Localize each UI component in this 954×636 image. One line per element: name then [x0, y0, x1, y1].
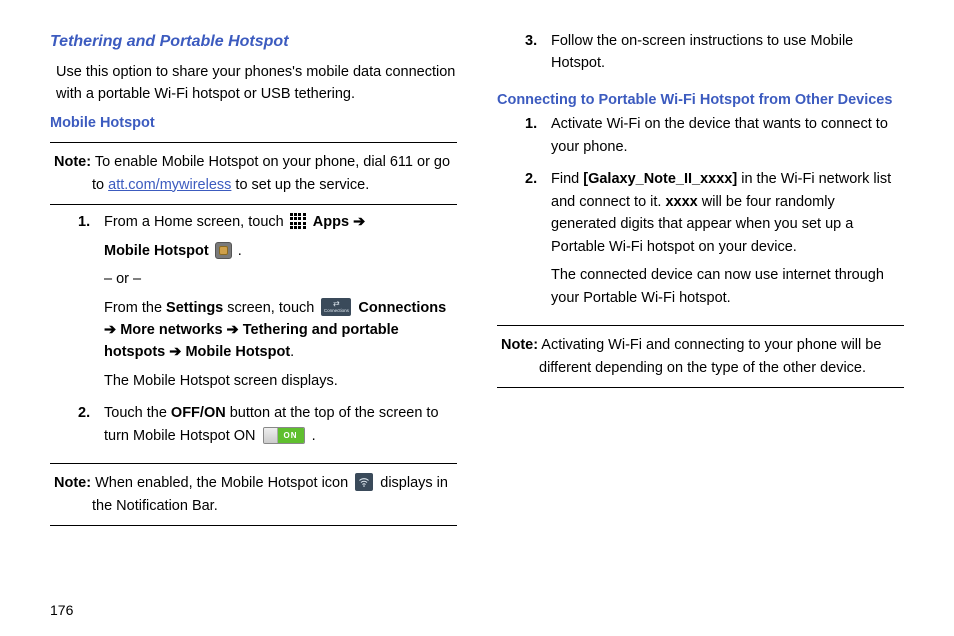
apps-icon — [290, 213, 306, 229]
note-label: Note: — [54, 154, 91, 170]
divider — [50, 525, 457, 526]
step-b2: 2. Find [Galaxy_Note_II_xxxx] in the Wi-… — [525, 168, 904, 309]
offon-bold: OFF/ON — [171, 405, 226, 421]
hotspot-icon — [215, 242, 232, 259]
link-att-mywireless[interactable]: att.com/mywireless — [108, 177, 231, 193]
subheading-mobile-hotspot: Mobile Hotspot — [50, 112, 457, 134]
step1-line2: Mobile Hotspot . — [104, 240, 457, 262]
manual-page: Tethering and Portable Hotspot Use this … — [0, 0, 954, 636]
note-hotspot-icon: Note: When enabled, the Mobile Hotspot i… — [50, 472, 457, 517]
divider — [497, 325, 904, 326]
on-switch-icon: ON — [263, 427, 305, 444]
step2-pre: Touch the — [104, 405, 171, 421]
stepb2-pre: Find — [551, 171, 583, 187]
stepb1-text: Activate Wi-Fi on the device that wants … — [551, 116, 888, 154]
more-networks-bold: More networks — [120, 322, 226, 338]
divider — [497, 387, 904, 388]
note3-text: Activating Wi-Fi and connecting to your … — [538, 337, 881, 375]
divider — [50, 463, 457, 464]
step-number: 1. — [525, 113, 537, 135]
steps-list-b: 1. Activate Wi-Fi on the device that wan… — [497, 113, 904, 319]
step-1: 1. From a Home screen, touch Apps ➔ Mobi… — [78, 211, 457, 392]
connections-bold: Connections — [358, 300, 446, 316]
step3-text: Follow the on-screen instructions to use… — [551, 33, 853, 71]
note2-pre: When enabled, the Mobile Hotspot icon — [91, 475, 352, 491]
mobile-hotspot-label: Mobile Hotspot — [104, 243, 213, 259]
subheading-connecting: Connecting to Portable Wi-Fi Hotspot fro… — [497, 89, 904, 111]
step-number: 3. — [525, 30, 537, 52]
step-3: 3. Follow the on-screen instructions to … — [525, 30, 904, 75]
step1-displays: The Mobile Hotspot screen displays. — [104, 370, 457, 392]
wifi-notification-icon — [355, 473, 373, 491]
page-number: 176 — [50, 602, 73, 618]
right-column: 3. Follow the on-screen instructions to … — [497, 30, 904, 626]
note-label: Note: — [501, 337, 538, 353]
stepb2-sub: The connected device can now use interne… — [551, 264, 904, 309]
step1-or: – or – — [104, 268, 457, 290]
divider — [50, 142, 457, 143]
arrow-icon: ➔ — [169, 344, 181, 360]
step-number: 2. — [525, 168, 537, 190]
step-b1: 1. Activate Wi-Fi on the device that wan… — [525, 113, 904, 158]
connections-icon: ⇄Connections — [321, 298, 351, 316]
step1-text-pre: From a Home screen, touch — [104, 214, 288, 230]
steps-list-a: 1. From a Home screen, touch Apps ➔ Mobi… — [50, 211, 457, 457]
arrow-icon: ➔ — [104, 322, 116, 338]
apps-label: Apps — [313, 214, 353, 230]
section-heading: Tethering and Portable Hotspot — [50, 30, 457, 55]
step-2: 2. Touch the OFF/ON button at the top of… — [78, 402, 457, 447]
intro-paragraph: Use this option to share your phones's m… — [56, 61, 457, 106]
note-label: Note: — [54, 475, 91, 491]
mobile-hotspot-bold2: Mobile Hotspot — [185, 344, 290, 360]
arrow-icon: ➔ — [353, 214, 365, 230]
note-text-post: to set up the service. — [231, 177, 369, 193]
step-number: 1. — [78, 211, 90, 233]
note-enable-hotspot: Note: To enable Mobile Hotspot on your p… — [50, 151, 457, 196]
galaxy-note-bold: [Galaxy_Note_II_xxxx] — [583, 171, 737, 187]
xxxx-bold: xxxx — [665, 194, 697, 210]
arrow-icon: ➔ — [227, 322, 239, 338]
divider — [50, 204, 457, 205]
step1b-mid: screen, touch — [223, 300, 318, 316]
note-other-device: Note: Activating Wi-Fi and connecting to… — [497, 334, 904, 379]
step1b-pre: From the — [104, 300, 166, 316]
step1b: From the Settings screen, touch ⇄Connect… — [104, 297, 457, 364]
settings-bold: Settings — [166, 300, 223, 316]
left-column: Tethering and Portable Hotspot Use this … — [50, 30, 457, 626]
step-number: 2. — [78, 402, 90, 424]
steps-list-a-cont: 3. Follow the on-screen instructions to … — [497, 30, 904, 85]
